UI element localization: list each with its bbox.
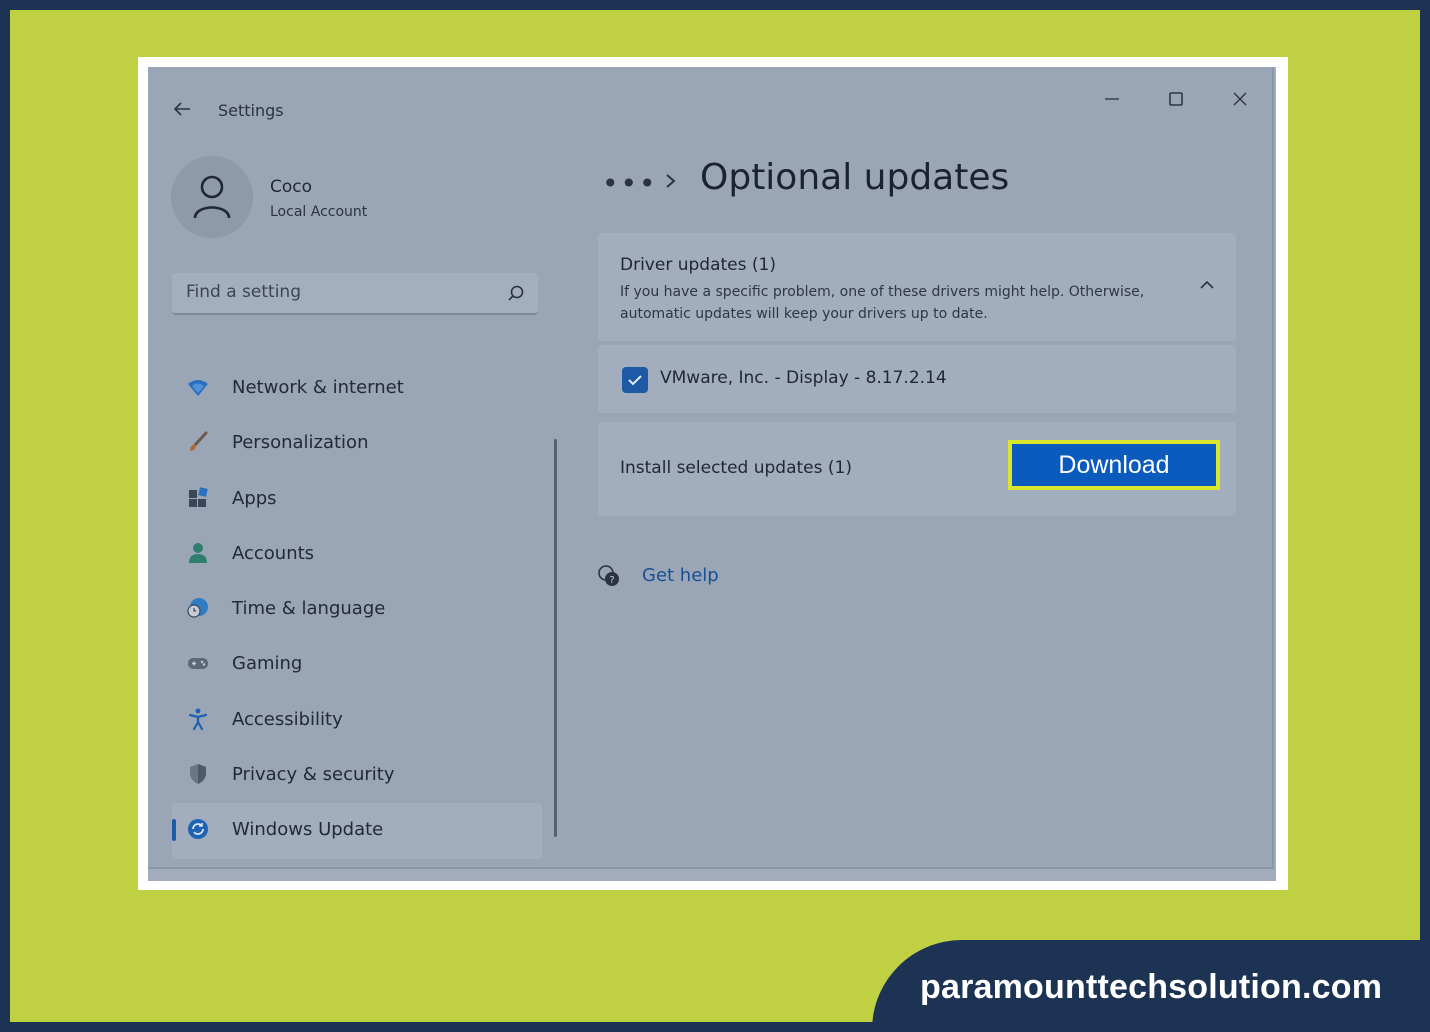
page-title: Optional updates [700, 157, 1010, 198]
sidebar-item-label: Windows Update [232, 819, 384, 841]
person-icon [189, 542, 207, 563]
driver-checkbox[interactable] [622, 367, 648, 393]
chevron-up-icon[interactable] [1196, 277, 1218, 293]
maximize-icon[interactable] [1154, 85, 1198, 113]
sidebar-item-windows-update[interactable]: Windows Update [172, 803, 542, 859]
update-icon [188, 819, 208, 840]
svg-text:?: ? [609, 575, 614, 586]
sidebar-item-label: Personalization [232, 432, 369, 454]
sidebar-item-label: Privacy & security [232, 764, 395, 786]
sidebar-item-apps[interactable]: Apps [172, 472, 542, 527]
sidebar-item-accessibility[interactable]: Accessibility [172, 693, 542, 748]
wifi-icon [188, 380, 208, 396]
title-bar: Settings [148, 67, 1272, 147]
sidebar-scrollbar[interactable] [554, 439, 557, 837]
checkmark-icon [628, 375, 642, 386]
app-title: Settings [218, 101, 284, 120]
gamepad-icon [188, 658, 208, 670]
sidebar-item-accounts[interactable]: Accounts [172, 527, 542, 582]
help-icon: ? [598, 565, 619, 586]
window-body: Settings Coco Local Account Find a setti… [148, 67, 1274, 869]
apps-icon [189, 486, 208, 507]
account-type: Local Account [270, 204, 368, 220]
minimize-icon[interactable] [1090, 85, 1134, 113]
driver-item-label: VMware, Inc. - Display - 8.17.2.14 [660, 368, 947, 388]
sidebar-item-label: Accounts [232, 542, 315, 564]
sidebar-item-time-language[interactable]: Time & language [172, 582, 542, 637]
install-card: Install selected updates (1) Download [598, 422, 1236, 516]
accessibility-icon [188, 708, 208, 730]
install-label: Install selected updates (1) [620, 458, 852, 478]
sidebar-nav: Network & internet Personalization Apps [172, 361, 542, 859]
globe-clock-icon [187, 598, 208, 618]
close-icon[interactable] [1218, 85, 1262, 113]
active-indicator [172, 819, 176, 842]
sidebar-item-label: Gaming [232, 653, 303, 675]
sidebar-item-label: Apps [232, 487, 277, 509]
sidebar-item-label: Accessibility [232, 708, 343, 730]
sidebar-item-label: Time & language [232, 598, 386, 620]
sidebar-item-network[interactable]: Network & internet [172, 361, 542, 416]
site-watermark: paramounttechsolution.com [920, 968, 1383, 1006]
breadcrumb-more[interactable]: ••• [602, 167, 658, 200]
driver-updates-title: Driver updates (1) [620, 255, 776, 275]
driver-update-item: VMware, Inc. - Display - 8.17.2.14 [598, 345, 1236, 413]
sidebar-item-gaming[interactable]: Gaming [172, 637, 542, 692]
user-name: Coco [270, 177, 313, 197]
back-arrow-icon[interactable] [170, 97, 194, 121]
brush-icon [190, 431, 208, 452]
search-box[interactable] [172, 273, 538, 315]
sidebar-item-label: Network & internet [232, 377, 404, 398]
download-button[interactable]: Download [1008, 440, 1220, 490]
settings-window: Settings Coco Local Account Find a setti… [148, 67, 1276, 881]
get-help-link[interactable]: Get help [642, 565, 719, 586]
shield-icon [190, 764, 206, 785]
chevron-right-icon [666, 174, 676, 188]
search-input[interactable] [186, 282, 486, 302]
user-icon [193, 175, 231, 219]
branding-banner: paramounttechsolution.com [872, 940, 1422, 1032]
sidebar-item-personalization[interactable]: Personalization [172, 416, 542, 471]
avatar[interactable] [171, 156, 253, 238]
sidebar-item-privacy-security[interactable]: Privacy & security [172, 748, 542, 803]
driver-updates-description: If you have a specific problem, one of t… [620, 284, 1145, 322]
search-icon[interactable] [506, 284, 526, 304]
driver-updates-header[interactable]: Driver updates (1) If you have a specifi… [598, 233, 1236, 341]
